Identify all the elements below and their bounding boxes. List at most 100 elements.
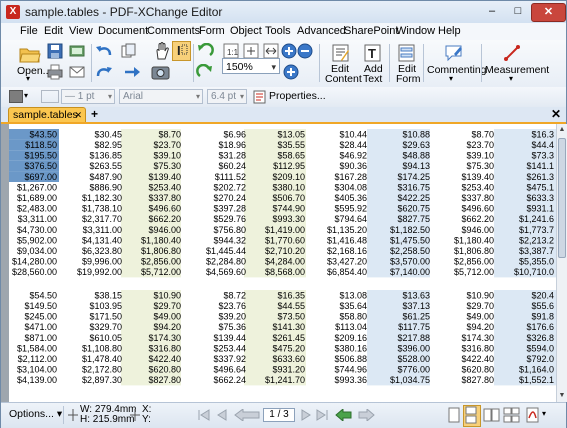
last-page-icon[interactable] [315,409,329,421]
rotate-ccw-icon[interactable] [196,43,214,59]
line-width-select[interactable]: — 1 pt [61,89,115,104]
zoom-out-icon[interactable] [297,43,313,59]
add-text-label-line2: Text [363,73,383,85]
table-cell: $744.96 [334,365,367,375]
menu-window[interactable]: Window [396,25,435,37]
pdf-export-icon[interactable] [525,407,541,423]
font-name-select[interactable]: Arial [119,89,203,104]
stroke-color-swatch[interactable] [41,90,59,103]
next-view-icon[interactable] [357,409,375,421]
new-tab-button[interactable]: + [91,107,98,121]
close-all-tabs-button[interactable]: ✕ [551,107,561,121]
menu-comments[interactable]: Comments [147,25,200,37]
previous-page-icon[interactable] [215,409,229,421]
table-cell: $13.05 [277,129,305,139]
continuous-facing-view-icon[interactable] [503,407,521,423]
menu-tools[interactable]: Tools [265,25,291,37]
main-toolbar: Open... ▾ I 1:1 Edit Content T Add Text … [1,40,566,88]
tab-close-icon[interactable]: ✕ [74,108,82,122]
export-dropdown-icon[interactable]: ▾ [542,409,546,418]
table-cell: $174.30 [461,333,494,343]
scroll-thumb[interactable] [558,138,566,258]
table-cell: $75.30 [153,161,181,171]
menu-object[interactable]: Object [230,25,262,37]
options-button[interactable]: Options... ▾ [9,408,62,420]
toolbar-separator [91,44,92,82]
table-cell: $46.92 [339,151,367,161]
menu-advanced[interactable]: Advanced [297,25,346,37]
snapshot-icon[interactable] [151,63,171,81]
single-page-view-icon[interactable] [447,407,461,423]
zoom-plus-icon[interactable] [283,64,299,80]
redo-icon[interactable] [95,64,113,80]
menu-document[interactable]: Document [98,25,148,37]
facing-view-icon[interactable] [483,407,501,423]
rotate-cw-icon[interactable] [196,64,214,80]
email-icon[interactable] [69,64,87,80]
open-button[interactable]: Open... ▾ [15,42,51,86]
vertical-scrollbar[interactable]: ▲ ▼ [556,124,567,402]
maximize-button[interactable]: □ [505,3,531,20]
arrow-right-icon[interactable] [123,64,141,80]
edit-content-button[interactable]: Edit Content [324,42,362,86]
actual-size-icon[interactable]: 1:1 [223,43,239,59]
table-cell: $744.90 [272,204,305,214]
table-cell: $171.50 [89,312,122,322]
menu-form[interactable]: Form [199,25,225,37]
table-cell: $55.6 [531,301,554,311]
continuous-view-button[interactable] [463,405,481,427]
fit-page-icon[interactable] [243,43,259,59]
scroll-up-icon[interactable]: ▲ [557,124,567,136]
fill-color-dropdown-icon[interactable]: ▾ [24,91,28,100]
save-icon[interactable] [47,43,63,59]
menu-help[interactable]: Help [438,25,461,37]
table-cell: $29.63 [402,140,430,150]
add-text-button[interactable]: T Add Text [359,42,387,86]
fit-width-icon[interactable] [263,43,279,59]
toolbar-separator [389,44,390,82]
first-page-icon[interactable] [197,409,211,421]
menu-file[interactable]: File [20,25,38,37]
menu-edit[interactable]: Edit [44,25,63,37]
table-cell: $662.24 [213,375,246,385]
commenting-button[interactable]: Commenting ▾ [426,42,487,86]
table-cell: $20.4 [531,290,554,300]
table-cell: $697.00 [24,172,57,182]
previous-view-icon[interactable] [335,409,353,421]
table-cell: $3,570.00 [390,257,430,267]
properties-button[interactable]: Properties... [269,90,326,102]
text-select-icon: I [177,43,188,58]
page-number-input[interactable]: 1 / 3 [263,408,295,422]
tab-sample-tables[interactable]: sample.tables ✕ [8,107,86,122]
select-text-tool[interactable]: I [172,41,191,61]
minimize-button[interactable]: – [479,3,505,20]
measurement-button[interactable]: Measurement ▾ [484,42,549,86]
table-cell: $112.95 [273,161,305,171]
document-view[interactable]: $43.50 $30.45 $8.70 $6.96 $13.05 $10.44 $10.88… [1,124,556,402]
scroll-down-icon[interactable]: ▼ [557,390,567,402]
print-icon[interactable] [47,64,63,80]
table-cell: $475.1 [526,182,554,192]
fill-color-swatch[interactable] [9,90,23,103]
undo-icon[interactable] [95,43,113,59]
table-cell: $10.90 [153,290,181,300]
hand-tool-icon[interactable] [153,42,171,60]
menu-sharepoint[interactable]: SharePoint [344,25,398,37]
scan-icon[interactable] [69,43,85,59]
zoom-in-icon[interactable] [281,43,297,59]
back-icon[interactable] [233,409,261,421]
properties-icon [253,90,266,104]
line-width-value: 1 pt [77,91,95,102]
menu-view[interactable]: View [69,25,93,37]
zoom-select[interactable]: 150% [222,58,280,75]
close-button[interactable]: ✕ [531,3,566,22]
table-cell: $8,568.00 [265,267,305,277]
table-cell: $30.45 [94,129,122,139]
copy-icon[interactable] [121,43,137,59]
next-page-icon[interactable] [299,409,313,421]
table-cell: $2,258.50 [390,246,430,256]
edit-form-button[interactable]: Edit Form [393,42,421,86]
table-cell: $16.3 [531,129,554,139]
font-size-select[interactable]: 6.4 pt [207,89,247,104]
menu-bar: File Edit View Document Comments Form Ob… [1,23,566,41]
